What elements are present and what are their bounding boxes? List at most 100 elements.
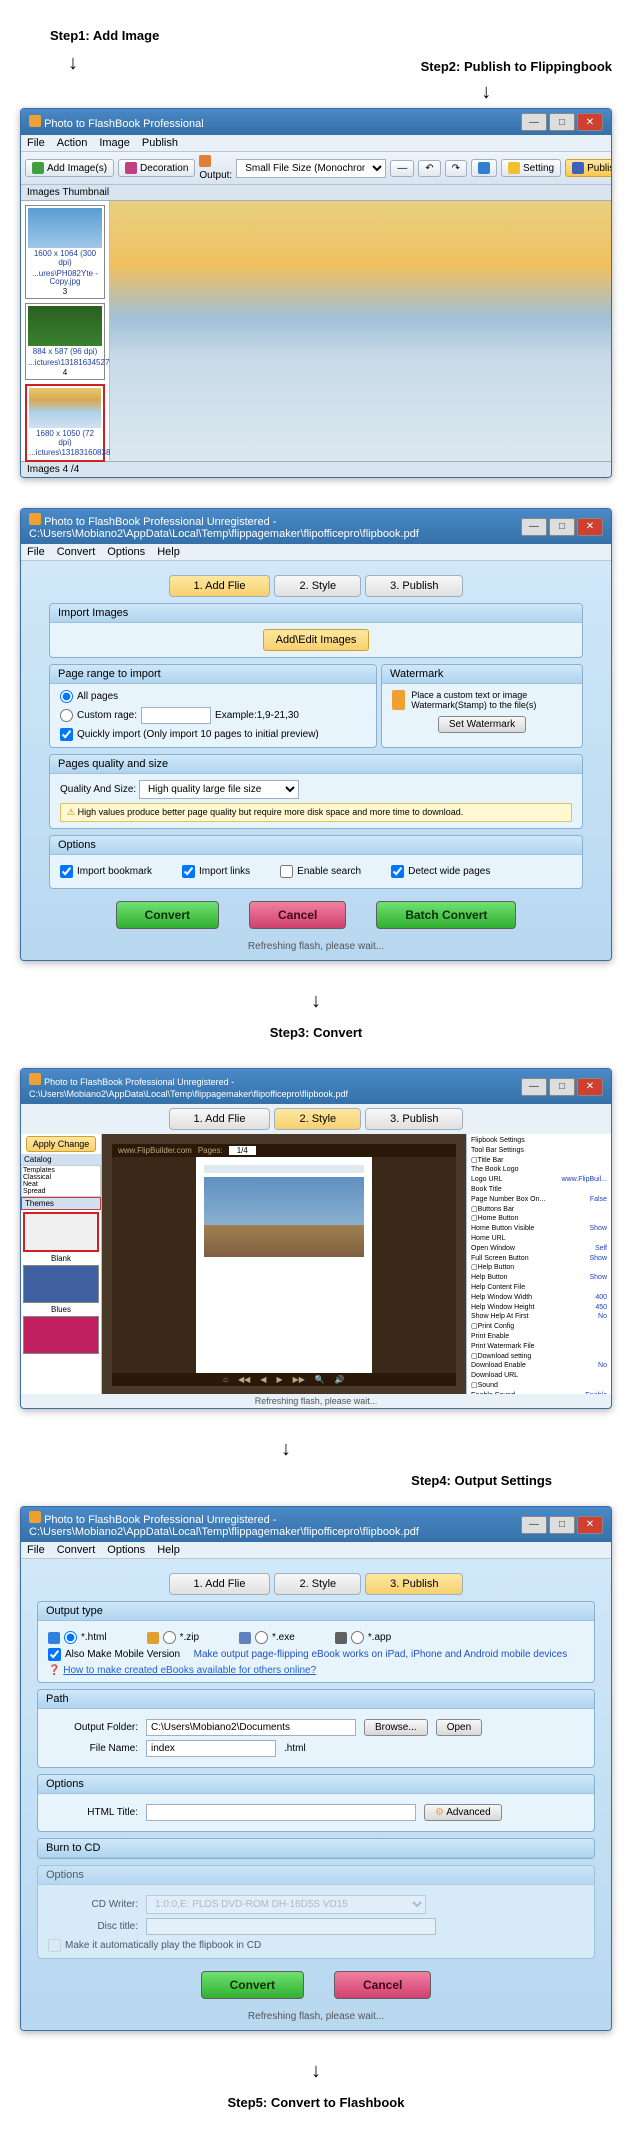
thumbnail-1[interactable]: 1600 x 1064 (300 dpi)...ures\PH082Yte - … [25, 205, 105, 299]
custom-range-input[interactable] [141, 707, 211, 724]
property-row[interactable]: Help ButtonShow [469, 1273, 609, 1283]
theme-blank[interactable] [23, 1212, 99, 1252]
add-edit-images-button[interactable]: Add\Edit Images [263, 629, 370, 651]
add-image-button[interactable]: Add Image(s) [25, 159, 114, 177]
player-next[interactable]: ▶▶ [293, 1375, 305, 1384]
property-row[interactable]: ▢Home Button [469, 1214, 609, 1224]
tab-publish[interactable]: 3. Publish [365, 1573, 463, 1595]
player-zoom[interactable]: 🔍 [315, 1375, 325, 1384]
cat-spread[interactable]: Spread [23, 1188, 99, 1195]
filename-input[interactable] [146, 1740, 276, 1757]
advanced-button[interactable]: ⚙ Advanced [424, 1804, 502, 1821]
menu-convert[interactable]: Convert [57, 1544, 96, 1556]
tab-add-file[interactable]: 1. Add Flie [169, 1108, 271, 1130]
property-row[interactable]: ▢Help Button [469, 1263, 609, 1273]
setting-button[interactable]: Setting [501, 159, 561, 177]
quick-import-check[interactable] [60, 728, 73, 741]
property-row[interactable]: ▢Title Bar [469, 1156, 609, 1166]
property-row[interactable]: Tool Bar Settings [469, 1146, 609, 1156]
zip-radio[interactable] [163, 1631, 176, 1644]
tab-add-file[interactable]: 1. Add Flie [169, 1573, 271, 1595]
menu-action[interactable]: Action [57, 137, 88, 149]
close-button[interactable]: ✕ [577, 518, 603, 536]
maximize-button[interactable]: □ [549, 1516, 575, 1534]
rotate-right[interactable]: ↷ [445, 160, 467, 177]
bookmark-check[interactable] [60, 865, 73, 878]
property-row[interactable]: Home URL [469, 1234, 609, 1244]
minimize-button[interactable]: — [521, 1078, 547, 1096]
property-row[interactable]: ▢Sound [469, 1381, 609, 1391]
close-button[interactable]: ✕ [577, 1516, 603, 1534]
cat-classical[interactable]: Classical [23, 1174, 99, 1181]
property-row[interactable]: ▢Print Config [469, 1322, 609, 1332]
close-button[interactable]: ✕ [577, 113, 603, 131]
property-row[interactable]: Home Button VisibleShow [469, 1224, 609, 1234]
tab-publish[interactable]: 3. Publish [365, 1108, 463, 1130]
convert-button[interactable]: Convert [201, 1971, 304, 1999]
player-fwd[interactable]: ▶ [276, 1375, 282, 1384]
thumbnail-2[interactable]: 884 x 587 (96 dpi)...ictures\13181634527… [25, 303, 105, 380]
minimize-button[interactable]: — [521, 1516, 547, 1534]
rotate-left[interactable]: ↶ [418, 160, 440, 177]
tab-style[interactable]: 2. Style [274, 575, 361, 597]
batch-convert-button[interactable]: Batch Convert [376, 901, 516, 929]
property-row[interactable]: Enable SoundEnable [469, 1391, 609, 1394]
links-check[interactable] [182, 865, 195, 878]
quality-select[interactable]: High quality large file size [139, 780, 299, 799]
html-radio[interactable] [64, 1631, 77, 1644]
convert-button[interactable]: Convert [116, 901, 219, 929]
tab-style[interactable]: 2. Style [274, 1108, 361, 1130]
menu-file[interactable]: File [27, 137, 45, 149]
output-select[interactable]: Small File Size (Monochrome) [236, 159, 386, 178]
maximize-button[interactable]: □ [549, 1078, 575, 1096]
property-row[interactable]: Full Screen ButtonShow [469, 1254, 609, 1264]
set-watermark-button[interactable]: Set Watermark [438, 716, 526, 733]
cat-neat[interactable]: Neat [23, 1181, 99, 1188]
property-row[interactable]: Help Content File [469, 1283, 609, 1293]
html-title-input[interactable] [146, 1804, 416, 1821]
property-row[interactable]: Logo URLwww.FlipBuil... [469, 1175, 609, 1185]
menu-options[interactable]: Options [107, 546, 145, 558]
custom-range-radio[interactable] [60, 709, 73, 722]
maximize-button[interactable]: □ [549, 518, 575, 536]
property-row[interactable]: Print Watermark File [469, 1342, 609, 1352]
cancel-button[interactable]: Cancel [249, 901, 346, 929]
help-link[interactable]: How to make created eBooks available for… [63, 1665, 316, 1676]
output-folder-input[interactable] [146, 1719, 356, 1736]
property-row[interactable]: Open WindowSelf [469, 1244, 609, 1254]
player-sound[interactable]: 🔊 [335, 1375, 345, 1384]
property-row[interactable]: The Book Logo [469, 1165, 609, 1175]
property-row[interactable]: Download EnableNo [469, 1361, 609, 1371]
mobile-check[interactable] [48, 1648, 61, 1661]
cancel-button[interactable]: Cancel [334, 1971, 431, 1999]
exe-radio[interactable] [255, 1631, 268, 1644]
wide-check[interactable] [391, 865, 404, 878]
publish-flippingbook-button[interactable]: Publish to FlippingBook [565, 159, 612, 177]
menu-help[interactable]: Help [157, 1544, 180, 1556]
open-button[interactable]: Open [436, 1719, 482, 1736]
menu-file[interactable]: File [27, 1544, 45, 1556]
property-row[interactable]: Print Enable [469, 1332, 609, 1342]
tab-style[interactable]: 2. Style [274, 1573, 361, 1595]
minimize-button[interactable]: — [521, 113, 547, 131]
all-pages-radio[interactable] [60, 690, 73, 703]
app-radio[interactable] [351, 1631, 364, 1644]
menu-publish[interactable]: Publish [142, 137, 178, 149]
menu-image[interactable]: Image [99, 137, 130, 149]
property-row[interactable]: Book Title [469, 1185, 609, 1195]
maximize-button[interactable]: □ [549, 113, 575, 131]
theme-3[interactable] [23, 1316, 99, 1354]
apply-change-button[interactable]: Apply Change [26, 1136, 97, 1152]
cat-templates[interactable]: Templates [23, 1167, 99, 1174]
property-row[interactable]: Help Window Width400 [469, 1293, 609, 1303]
decoration-button[interactable]: Decoration [118, 159, 195, 177]
property-row[interactable]: ▢Download setting [469, 1352, 609, 1362]
search-check[interactable] [280, 865, 293, 878]
property-row[interactable]: Page Number Box On...False [469, 1195, 609, 1205]
property-row[interactable]: ▢Buttons Bar [469, 1205, 609, 1215]
nav-prev[interactable]: — [390, 160, 414, 177]
player-prev[interactable]: ◀◀ [238, 1375, 250, 1384]
menu-file[interactable]: File [27, 546, 45, 558]
refresh-button[interactable] [471, 159, 497, 177]
tab-publish[interactable]: 3. Publish [365, 575, 463, 597]
